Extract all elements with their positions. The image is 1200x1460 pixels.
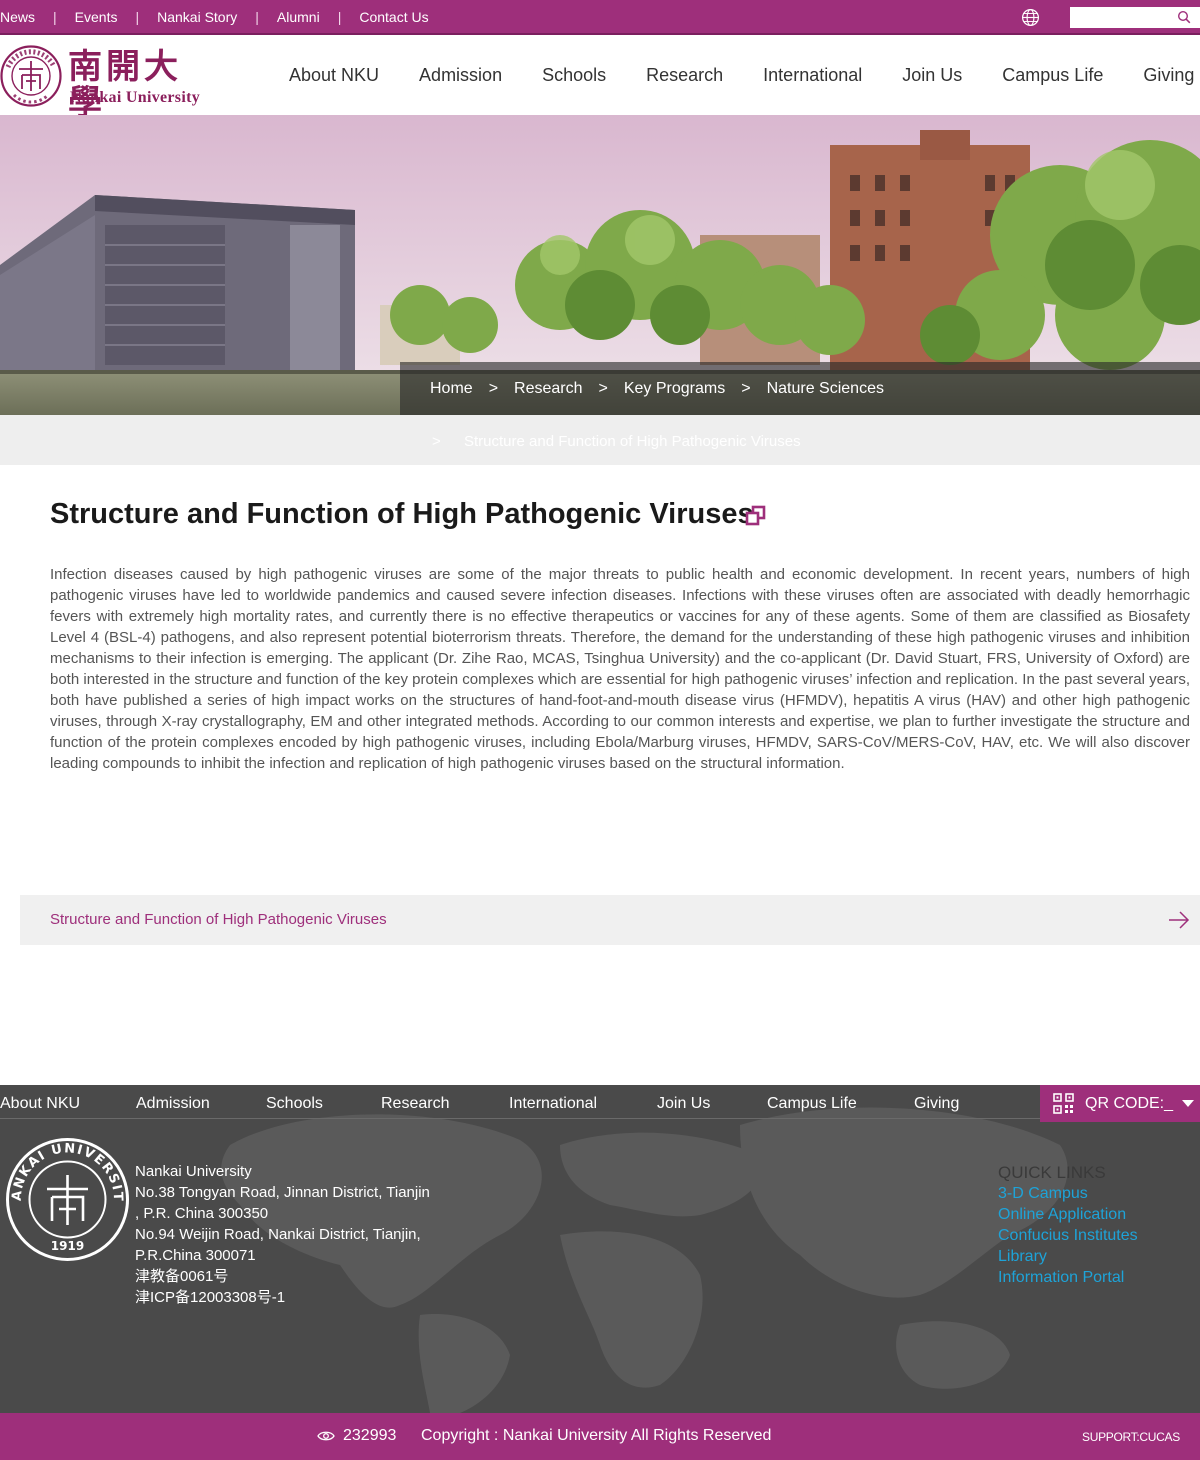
- footer-address: Nankai University No.38 Tongyan Road, Ji…: [135, 1161, 455, 1308]
- address-line: No.94 Weijin Road, Nankai District, Tian…: [135, 1226, 421, 1243]
- seal-year: 1919: [51, 1239, 84, 1253]
- breadcrumb-continuation: > Structure and Function of High Pathoge…: [0, 415, 1200, 465]
- quick-links-heading: QUICK LINKS: [998, 1163, 1106, 1182]
- university-seal-icon: [0, 45, 62, 107]
- address-line: 津教备0061号: [135, 1268, 229, 1285]
- qr-code-label: QR CODE:_: [1085, 1095, 1174, 1112]
- footer-nav-schools[interactable]: Schools: [266, 1095, 323, 1113]
- breadcrumb-key-programs[interactable]: Key Programs: [624, 380, 725, 398]
- breadcrumb: Home > Research > Key Programs > Nature …: [400, 362, 1200, 415]
- logo-chinese-name: 南開大學: [68, 47, 182, 123]
- main-navigation: About NKU Admission Schools Research Int…: [289, 35, 1200, 115]
- site-header: 南開大學 Nankai University About NKU Admissi…: [0, 35, 1200, 121]
- quick-link-online-application[interactable]: Online Application: [998, 1204, 1138, 1225]
- share-icon[interactable]: [744, 504, 768, 528]
- breadcrumb-research[interactable]: Research: [514, 380, 582, 398]
- breadcrumb-separator: >: [741, 379, 751, 397]
- utility-link-contact-us[interactable]: Contact Us: [359, 9, 428, 25]
- quick-links: QUICK LINKS 3-D Campus Online Applicatio…: [998, 1162, 1138, 1288]
- footer-nav-join-us[interactable]: Join Us: [657, 1095, 710, 1113]
- footer-nav-research[interactable]: Research: [381, 1095, 449, 1113]
- logo-english-name: Nankai University: [70, 89, 200, 106]
- utility-links: News | Events | Nankai Story | Alumni | …: [0, 0, 429, 33]
- related-article-bar[interactable]: Structure and Function of High Pathogeni…: [20, 895, 1200, 945]
- address-line: 津ICP备12003308号-1: [135, 1289, 286, 1306]
- top-utility-bar: News | Events | Nankai Story | Alumni | …: [0, 0, 1200, 35]
- qr-code-dropdown[interactable]: QR CODE:_: [1040, 1085, 1200, 1122]
- address-line: P.R.China 300071: [135, 1247, 256, 1264]
- footer-navigation: About NKU Admission Schools Research Int…: [0, 1085, 1040, 1119]
- arrow-right-icon[interactable]: [1168, 910, 1190, 930]
- svg-text:NANKAI UNIVERSITY: NANKAI UNIVERSITY: [5, 1137, 125, 1203]
- utility-link-nankai-story[interactable]: Nankai Story: [157, 9, 237, 25]
- search-icon[interactable]: [1177, 10, 1191, 24]
- footer-nav-campus-life[interactable]: Campus Life: [767, 1095, 857, 1113]
- utility-separator: |: [255, 8, 259, 25]
- footer-nav-international[interactable]: International: [509, 1095, 597, 1113]
- copyright-bar: 232993 Copyright : Nankai University All…: [0, 1413, 1200, 1460]
- chevron-down-icon: [1182, 1100, 1194, 1107]
- utility-link-alumni[interactable]: Alumni: [277, 9, 320, 25]
- footer-nav-about-nku[interactable]: About NKU: [0, 1095, 80, 1113]
- breadcrumb-nature-sciences[interactable]: Nature Sciences: [767, 380, 884, 398]
- breadcrumb-separator: >: [488, 379, 499, 397]
- quick-link-confucius-institutes[interactable]: Confucius Institutes: [998, 1225, 1138, 1246]
- eye-icon: [317, 1431, 335, 1441]
- globe-icon[interactable]: [1021, 8, 1040, 27]
- nav-campus-life[interactable]: Campus Life: [1002, 65, 1103, 86]
- address-line: No.38 Tongyan Road, Jinnan District, Tia…: [135, 1184, 430, 1201]
- nav-schools[interactable]: Schools: [542, 65, 606, 86]
- breadcrumb-separator: >: [598, 379, 608, 397]
- utility-separator: |: [337, 8, 342, 25]
- copyright-text: Copyright : Nankai University All Rights…: [421, 1427, 772, 1444]
- footer-nav-admission[interactable]: Admission: [136, 1095, 210, 1113]
- article-body: Infection diseases caused by high pathog…: [50, 566, 1190, 772]
- visit-counter: 232993: [343, 1427, 397, 1444]
- quick-link-information-portal[interactable]: Information Portal: [998, 1267, 1138, 1288]
- search-input[interactable]: [1070, 7, 1175, 28]
- nav-research[interactable]: Research: [646, 65, 723, 86]
- utility-separator: |: [135, 8, 140, 25]
- breadcrumb-home[interactable]: Home: [430, 380, 473, 398]
- qr-code-icon: [1053, 1093, 1074, 1114]
- utility-link-events[interactable]: Events: [75, 9, 118, 25]
- quick-link-3d-campus[interactable]: 3-D Campus: [998, 1183, 1138, 1204]
- quick-link-library[interactable]: Library: [998, 1246, 1138, 1267]
- related-article-link[interactable]: Structure and Function of High Pathogeni…: [50, 911, 387, 928]
- nav-about-nku[interactable]: About NKU: [289, 65, 379, 86]
- search-box: [1070, 7, 1200, 28]
- utility-link-news[interactable]: News: [0, 9, 35, 25]
- support-link[interactable]: SUPPORT:CUCAS: [1082, 1430, 1180, 1444]
- address-line: , P.R. China 300350: [135, 1205, 269, 1222]
- breadcrumb-current: Structure and Function of High Pathogeni…: [464, 433, 801, 450]
- utility-separator: |: [53, 8, 57, 25]
- nav-international[interactable]: International: [763, 65, 862, 86]
- university-seal-icon: NANKAI UNIVERSITY 1919: [5, 1137, 129, 1261]
- address-line: Nankai University: [135, 1163, 252, 1180]
- nav-giving[interactable]: Giving: [1143, 65, 1194, 86]
- footer-nav-giving[interactable]: Giving: [914, 1095, 959, 1113]
- university-logo[interactable]: 南開大學 Nankai University: [0, 45, 215, 121]
- nav-join-us[interactable]: Join Us: [902, 65, 962, 86]
- breadcrumb-separator: >: [432, 433, 441, 450]
- nav-admission[interactable]: Admission: [419, 65, 502, 86]
- seal-ring-text: NANKAI UNIVERSITY: [5, 1137, 124, 1203]
- page-title: Structure and Function of High Pathogeni…: [50, 498, 754, 530]
